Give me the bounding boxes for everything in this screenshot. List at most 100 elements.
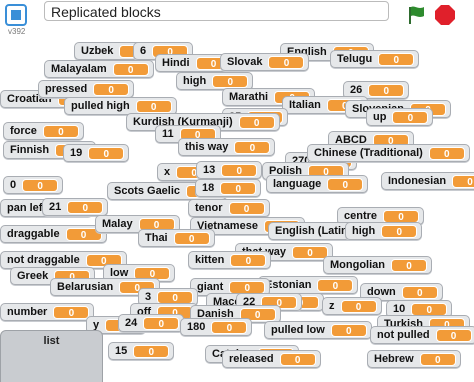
- monitor-value: 0: [327, 177, 364, 191]
- monitor-value: 0: [221, 163, 258, 177]
- variable-monitor[interactable]: pulled low 0: [264, 321, 372, 339]
- monitor-label: 24: [125, 317, 138, 329]
- monitor-label: Malay: [102, 218, 133, 230]
- monitor-value: 0: [435, 328, 472, 342]
- variable-monitor[interactable]: 15 0: [108, 342, 175, 360]
- variable-monitor[interactable]: force 0: [3, 122, 84, 140]
- monitor-label: not draggable: [7, 254, 80, 266]
- monitor-label: Greek: [17, 270, 49, 282]
- monitor-label: Mongolian: [330, 259, 385, 271]
- monitor-label: Slovak: [227, 56, 263, 68]
- monitor-value: 0: [42, 124, 79, 138]
- variable-monitor[interactable]: this way 0: [178, 138, 276, 156]
- monitor-value: 0: [428, 146, 465, 160]
- monitor-value: 0: [157, 290, 194, 304]
- variable-monitor[interactable]: Thai 0: [138, 229, 215, 247]
- monitor-label: Hebrew: [374, 353, 414, 365]
- monitor-label: Telugu: [337, 53, 373, 65]
- monitor-value: 0: [67, 200, 104, 214]
- monitor-label: force: [10, 125, 37, 137]
- monitor-value: 0: [211, 320, 248, 334]
- stage[interactable]: Uzbek0 60 English0 Telugu0 Malayalam0 Hi…: [0, 40, 474, 382]
- variable-monitor[interactable]: Estonian 0: [258, 276, 359, 294]
- monitor-value: 0: [234, 140, 271, 154]
- monitor-label: language: [273, 178, 322, 190]
- variable-monitor[interactable]: Hebrew 0: [367, 350, 461, 368]
- monitor-label: 180: [187, 321, 206, 333]
- variable-monitor[interactable]: number 0: [0, 303, 95, 321]
- monitor-value: 0: [368, 83, 405, 97]
- variable-monitor[interactable]: 24 0: [118, 314, 185, 332]
- stop-icon[interactable]: [434, 4, 456, 26]
- variable-monitor[interactable]: pressed 0: [38, 80, 135, 98]
- monitor-label: 13: [203, 164, 216, 176]
- project-title-field[interactable]: Replicated blocks: [44, 1, 389, 21]
- variable-monitor[interactable]: Telugu 0: [330, 50, 420, 68]
- variable-monitor[interactable]: 19 0: [63, 144, 130, 162]
- monitor-value: 0: [411, 302, 448, 316]
- variable-monitor[interactable]: language 0: [266, 175, 369, 193]
- monitor-value: 0: [173, 231, 210, 245]
- monitor-label: Marathi: [229, 91, 269, 103]
- monitor-label: centre: [344, 210, 378, 222]
- monitor-label: high: [352, 225, 376, 237]
- variable-monitor[interactable]: 18 0: [195, 179, 262, 197]
- monitor-value: 0: [292, 245, 329, 259]
- monitor-label: not pulled: [377, 329, 430, 341]
- fullscreen-icon[interactable]: [5, 4, 27, 26]
- monitor-label: 11: [162, 128, 174, 140]
- monitor-value: 0: [22, 178, 59, 192]
- monitor-value: 0: [135, 99, 172, 113]
- monitor-value: 0: [220, 181, 257, 195]
- variable-monitor[interactable]: high 0: [345, 222, 423, 240]
- monitor-value: 0: [93, 82, 130, 96]
- monitor-label: Uzbek: [81, 45, 114, 57]
- variable-monitor[interactable]: z0: [322, 297, 382, 315]
- top-bar: v392 Replicated blocks: [0, 0, 474, 40]
- monitor-value: 0: [88, 146, 125, 160]
- monitor-label: English (Latin): [275, 225, 352, 237]
- monitor-label: this way: [185, 141, 229, 153]
- variable-monitor[interactable]: draggable 0: [0, 225, 107, 243]
- variable-monitor[interactable]: Mongolian 0: [323, 256, 432, 274]
- monitor-value: 0: [230, 253, 267, 267]
- monitor-value: 0: [392, 110, 429, 124]
- monitor-value: 0: [212, 74, 249, 88]
- monitor-value: 0: [238, 115, 275, 129]
- variable-monitor[interactable]: Malayalam 0: [44, 60, 154, 78]
- monitor-label: kitten: [195, 254, 225, 266]
- variable-monitor[interactable]: Slovak 0: [220, 53, 310, 71]
- monitor-value: 0: [401, 285, 438, 299]
- monitor-label: Thai: [145, 232, 168, 244]
- variable-monitor[interactable]: tenor 0: [188, 199, 270, 217]
- monitor-label: pressed: [45, 83, 88, 95]
- monitor-label: high: [183, 75, 207, 87]
- green-flag-icon[interactable]: [405, 4, 427, 26]
- variable-monitor[interactable]: kitten 0: [188, 251, 272, 269]
- monitor-label: Malayalam: [51, 63, 107, 75]
- monitor-label: number: [7, 306, 48, 318]
- variable-monitor[interactable]: not pulled 0: [370, 326, 474, 344]
- monitor-value: 0: [317, 278, 354, 292]
- monitor-label: 18: [202, 182, 215, 194]
- monitor-value: 0: [383, 209, 420, 223]
- monitor-label: up: [373, 111, 387, 123]
- list-monitor[interactable]: list: [0, 330, 103, 382]
- variable-monitor[interactable]: 13 0: [196, 161, 263, 179]
- variable-monitor[interactable]: 00: [3, 176, 64, 194]
- variable-monitor[interactable]: up 0: [366, 108, 434, 126]
- variable-monitor[interactable]: Chinese (Traditional) 0: [307, 144, 470, 162]
- monitor-value: 0: [279, 352, 316, 366]
- monitor-value: 0: [340, 299, 377, 313]
- variable-monitor[interactable]: 180 0: [180, 318, 253, 336]
- monitor-value: 0: [143, 316, 180, 330]
- monitor-value: 0: [268, 55, 305, 69]
- monitor-value: 0: [53, 305, 90, 319]
- variable-monitor[interactable]: Indonesian 0: [381, 172, 474, 190]
- monitor-label: 3: [145, 291, 152, 303]
- monitor-label: released: [229, 353, 274, 365]
- variable-monitor[interactable]: released 0: [222, 350, 321, 368]
- variable-monitor[interactable]: 21 0: [42, 198, 109, 216]
- monitor-label: Indonesian: [388, 175, 447, 187]
- monitor-value: 0: [381, 224, 418, 238]
